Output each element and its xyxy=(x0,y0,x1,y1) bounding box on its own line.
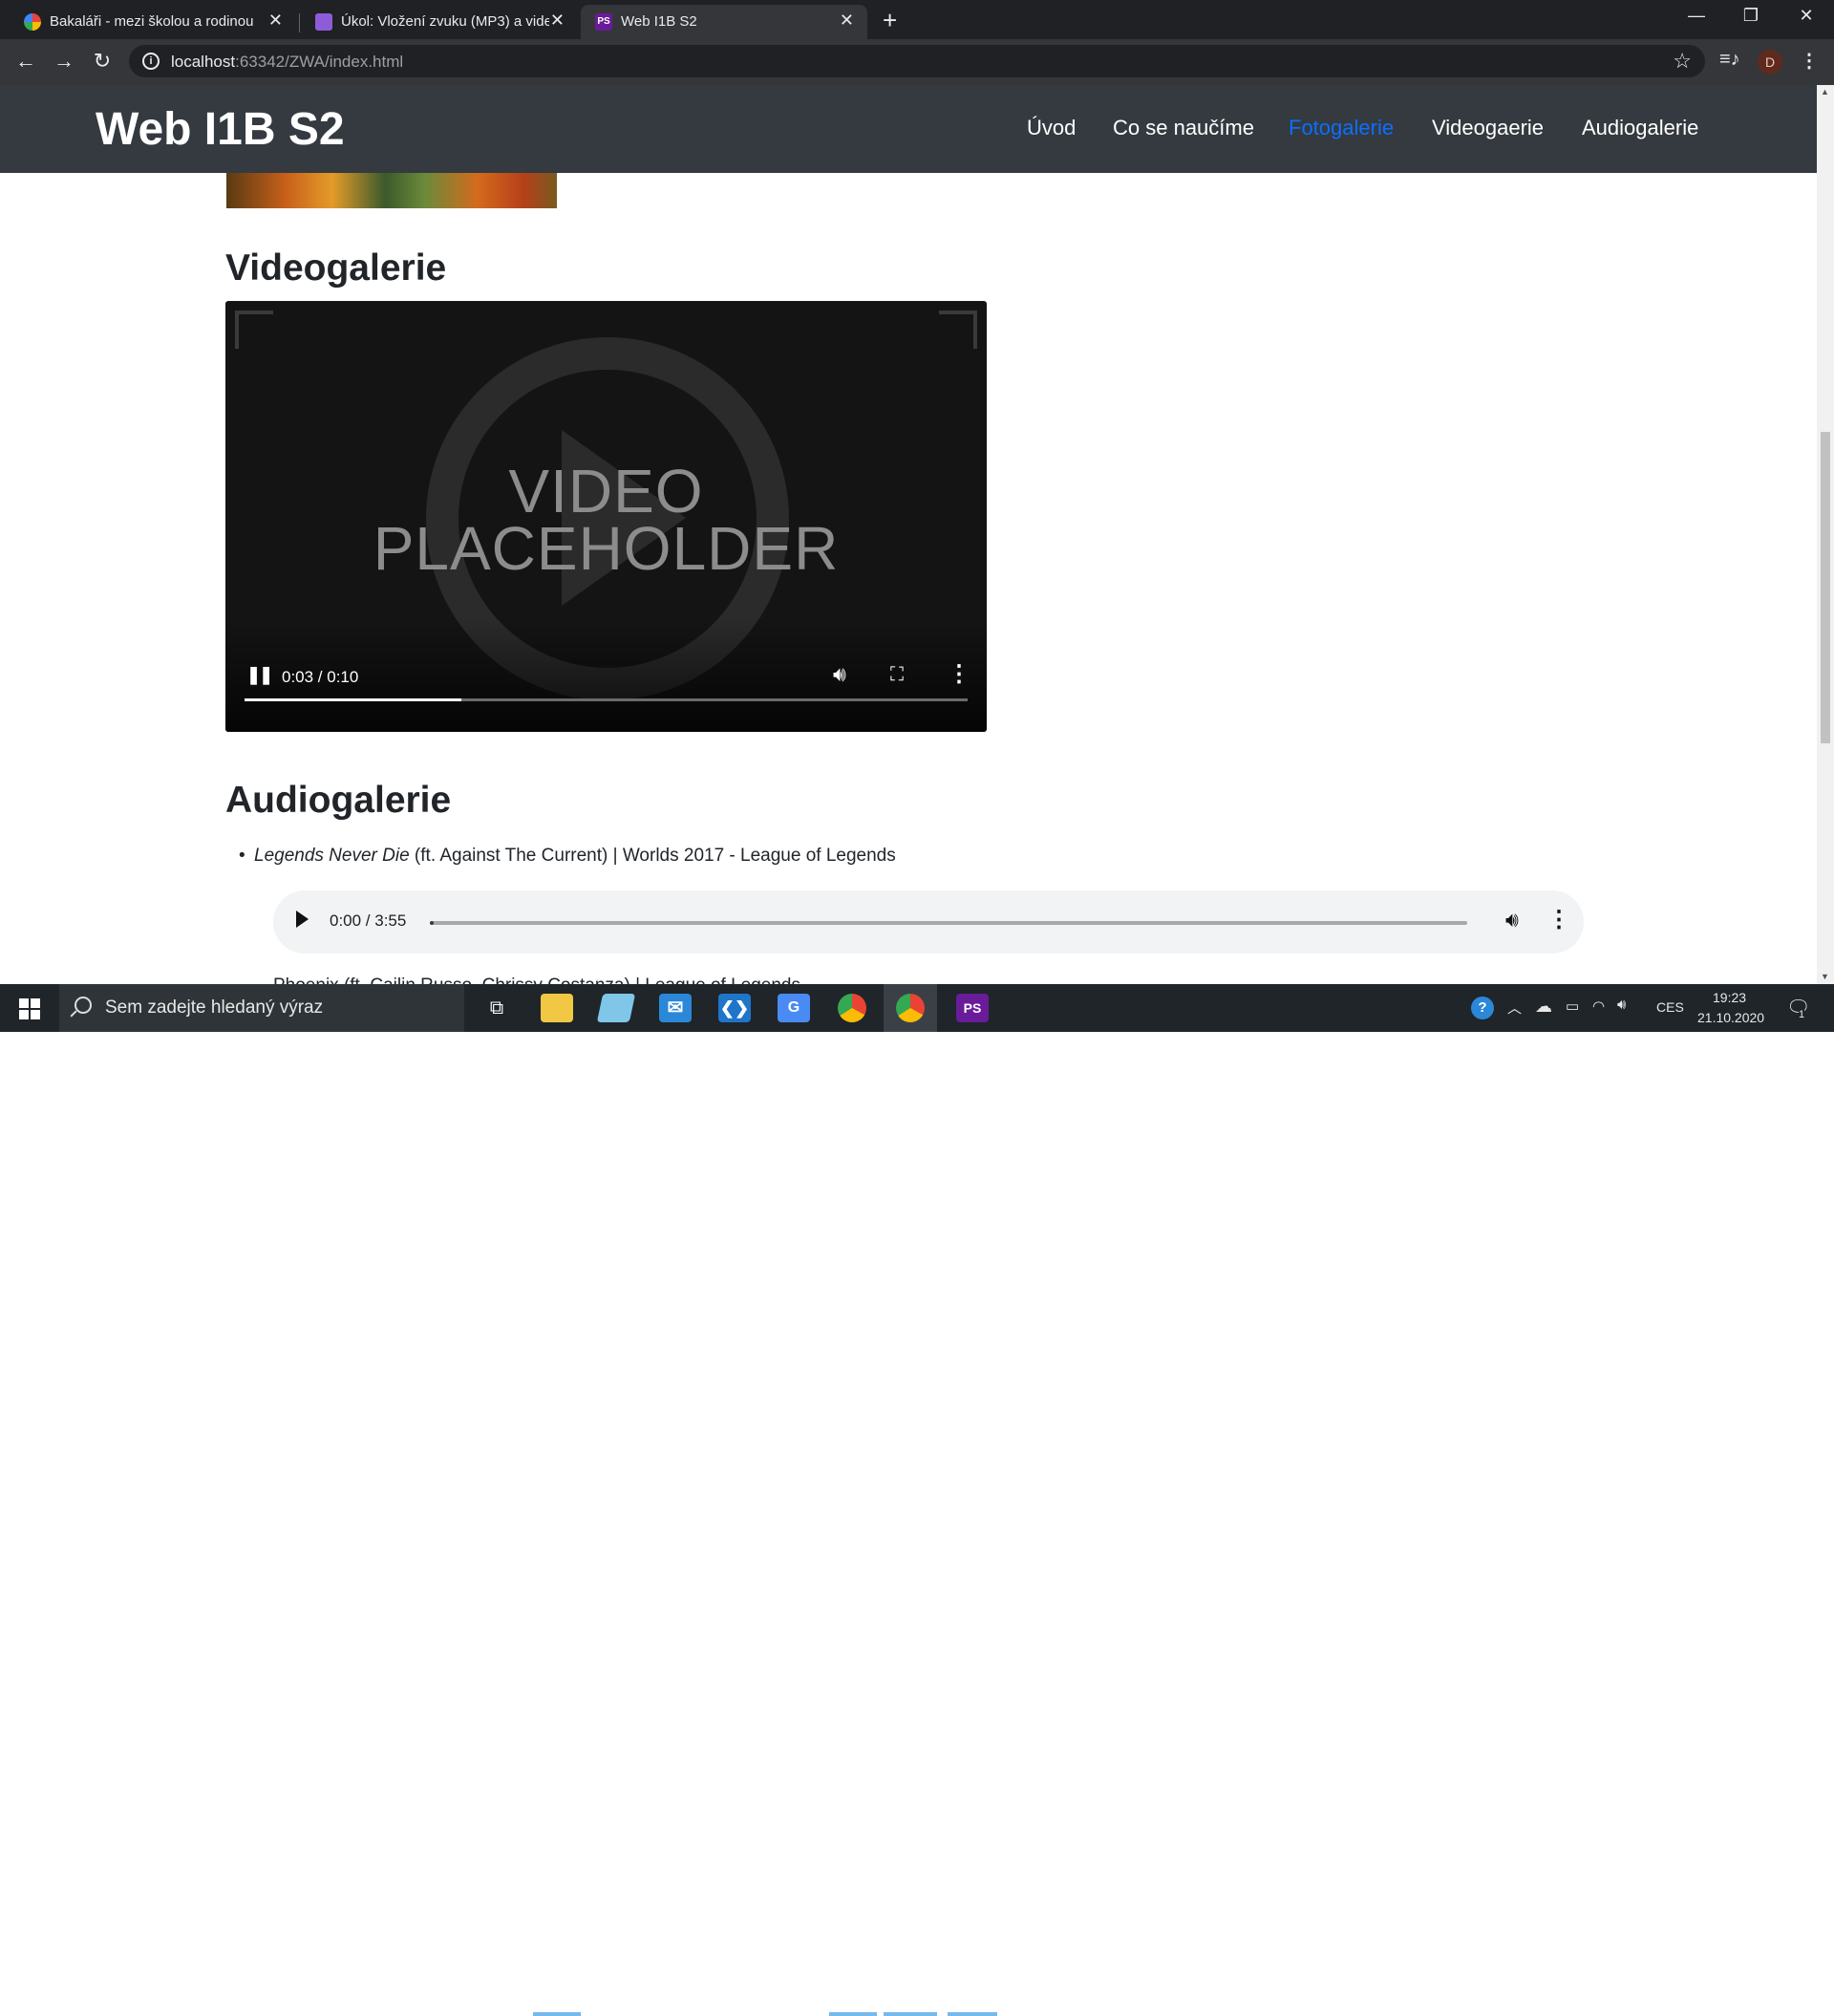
audio-time: 0:00 / 3:55 xyxy=(330,911,407,930)
song-description: (ft. Against The Current) | Worlds 2017 … xyxy=(409,846,896,866)
audio-player[interactable]: 0:00 / 3:55 🔊︎ ⋮ xyxy=(273,890,1584,954)
scroll-up-icon[interactable]: ▲ xyxy=(1821,87,1829,97)
chrome-profile-icon xyxy=(896,994,925,1022)
video-progress-fill xyxy=(245,698,462,701)
vscode-icon[interactable]: ❮❯ xyxy=(718,994,751,1022)
speaker-icon[interactable]: 🔊︎ xyxy=(1617,997,1626,1013)
minimize-icon[interactable]: — xyxy=(1677,6,1716,26)
profile-avatar[interactable]: D xyxy=(1758,50,1782,75)
video-time: 0:03 / 0:10 xyxy=(282,668,359,686)
fullscreen-icon[interactable]: ⛶ xyxy=(890,664,904,686)
site-navbar: Web I1B S2 Úvod Co se naučíme Fotogaleri… xyxy=(0,85,1817,173)
nav-link-fotogalerie[interactable]: Fotogalerie xyxy=(1289,116,1394,140)
notification-count-badge: 1 xyxy=(1799,1009,1805,1020)
search-icon-handle xyxy=(70,1010,77,1018)
help-icon[interactable]: ? xyxy=(1471,997,1494,1019)
volume-icon[interactable]: 🔊︎ xyxy=(833,662,846,687)
chrome-profile-taskbar-button[interactable] xyxy=(884,984,937,1032)
frame-corner xyxy=(939,311,977,349)
audio-more-icon[interactable]: ⋮ xyxy=(1547,906,1570,933)
url-text[interactable]: localhost:63342/ZWA/index.html xyxy=(171,53,403,72)
video-placeholder-text: PLACEHOLDER xyxy=(373,514,840,583)
gallery-photo-autumn xyxy=(226,173,557,208)
song-list-item: • Legends Never Die (ft. Against The Cur… xyxy=(239,846,896,867)
reload-icon[interactable]: ↻ xyxy=(88,49,117,74)
browser-menu-icon[interactable]: ⋮ xyxy=(1800,49,1819,73)
tab-close-icon[interactable]: ✕ xyxy=(268,11,283,31)
browser-tab-bakalari[interactable]: Bakaláři - mezi školou a rodinou ✕ xyxy=(10,5,296,39)
tab-close-icon[interactable]: ✕ xyxy=(550,11,565,31)
back-icon[interactable]: ← xyxy=(11,49,40,74)
task-view-icon[interactable]: ⧉ xyxy=(480,994,513,1022)
video-progress-bar[interactable] xyxy=(245,698,968,701)
frame-corner xyxy=(235,311,273,349)
phpstorm-favicon-icon: PS xyxy=(595,13,612,31)
running-indicator xyxy=(533,2012,581,2016)
browser-tab-ukol[interactable]: Úkol: Vložení zvuku (MP3) a vide ✕ xyxy=(301,5,578,39)
mail-icon[interactable]: ✉ xyxy=(659,994,692,1022)
tab-close-icon[interactable]: ✕ xyxy=(840,11,854,31)
onedrive-icon[interactable]: ☁ xyxy=(1535,997,1552,1017)
page-viewport: Web I1B S2 Úvod Co se naučíme Fotogaleri… xyxy=(0,85,1817,984)
new-tab-icon[interactable]: + xyxy=(883,6,897,35)
media-control-icon[interactable]: ≡♪ xyxy=(1719,49,1740,71)
site-info-icon[interactable]: i xyxy=(142,53,160,70)
bakalari-favicon-icon xyxy=(24,13,41,31)
search-placeholder: Sem zadejte hledaný výraz xyxy=(105,997,324,1018)
window-close-icon[interactable]: ✕ xyxy=(1787,6,1825,26)
tab-title: Úkol: Vložení zvuku (MP3) a vide xyxy=(341,13,549,30)
running-indicator xyxy=(948,2012,997,2016)
audio-volume-icon[interactable]: 🔊︎ xyxy=(1505,908,1519,933)
scroll-down-icon[interactable]: ▼ xyxy=(1821,972,1829,981)
nav-link-videogalerie[interactable]: Videogaerie xyxy=(1432,116,1544,140)
next-song-list-item: Phoenix (ft. Cailin Russo, Chrissy Costa… xyxy=(273,976,800,984)
site-brand[interactable]: Web I1B S2 xyxy=(96,103,345,156)
audio-progress-bar[interactable] xyxy=(430,921,1467,925)
tab-separator xyxy=(299,13,300,32)
song-title: Legends Never Die xyxy=(254,846,410,866)
battery-icon[interactable]: ▭ xyxy=(1566,997,1579,1015)
bookmark-star-icon[interactable]: ☆ xyxy=(1673,49,1692,74)
translator-icon[interactable]: G xyxy=(778,994,810,1022)
windows-taskbar: Sem zadejte hledaný výraz ⧉ ✉ ❮❯ G PS ? … xyxy=(0,984,1834,2016)
nav-link-uvod[interactable]: Úvod xyxy=(1027,116,1076,140)
windows-start-icon[interactable] xyxy=(19,998,40,1019)
chrome-icon[interactable] xyxy=(838,994,866,1022)
browser-toolbar: ← → ↻ i localhost:63342/ZWA/index.html ☆… xyxy=(0,39,1834,85)
phpstorm-icon[interactable]: PS xyxy=(956,994,989,1022)
clock-date[interactable]: 21.10.2020 xyxy=(1697,1010,1764,1025)
forward-icon[interactable]: → xyxy=(50,49,78,74)
list-bullet: • xyxy=(239,846,245,866)
assignment-favicon-icon xyxy=(315,13,332,31)
browser-tab-strip: Bakaláři - mezi školou a rodinou ✕ Úkol:… xyxy=(0,0,1834,39)
nav-link-co-se-naucime[interactable]: Co se naučíme xyxy=(1113,116,1254,140)
running-indicator xyxy=(884,2012,937,2016)
restore-icon[interactable]: ❐ xyxy=(1732,6,1770,26)
video-player[interactable]: VIDEO PLACEHOLDER ❚❚ 0:03 / 0:10 🔊︎ ⛶ ⋮ xyxy=(225,301,987,732)
clock-time[interactable]: 19:23 xyxy=(1713,990,1746,1005)
nav-link-audiogalerie[interactable]: Audiogalerie xyxy=(1582,116,1698,140)
pause-icon[interactable]: ❚❚ xyxy=(246,665,273,685)
audio-progress-fill xyxy=(430,921,435,925)
taskbar-search-box[interactable]: Sem zadejte hledaný výraz xyxy=(59,984,464,1032)
notepad-app-icon[interactable] xyxy=(596,994,636,1022)
page-scrollbar[interactable]: ▲ ▼ xyxy=(1817,85,1834,984)
address-bar[interactable]: i localhost:63342/ZWA/index.html ☆ xyxy=(129,45,1705,77)
file-explorer-icon[interactable] xyxy=(541,994,573,1022)
show-hidden-icons-icon[interactable]: ︿ xyxy=(1507,997,1522,1018)
scrollbar-thumb[interactable] xyxy=(1821,432,1830,743)
tab-title: Bakaláři - mezi školou a rodinou xyxy=(50,13,254,30)
running-indicator xyxy=(829,2012,877,2016)
video-more-icon[interactable]: ⋮ xyxy=(948,660,970,688)
language-indicator[interactable]: CES xyxy=(1656,999,1684,1015)
videogalerie-heading: Videogalerie xyxy=(225,247,447,289)
play-icon[interactable] xyxy=(296,911,309,928)
tab-title: Web I1B S2 xyxy=(621,13,697,30)
browser-tab-web-i1b-s2[interactable]: PS Web I1B S2 ✕ xyxy=(581,5,867,39)
audiogalerie-heading: Audiogalerie xyxy=(225,780,452,821)
wifi-icon[interactable]: ◠ xyxy=(1592,997,1605,1015)
